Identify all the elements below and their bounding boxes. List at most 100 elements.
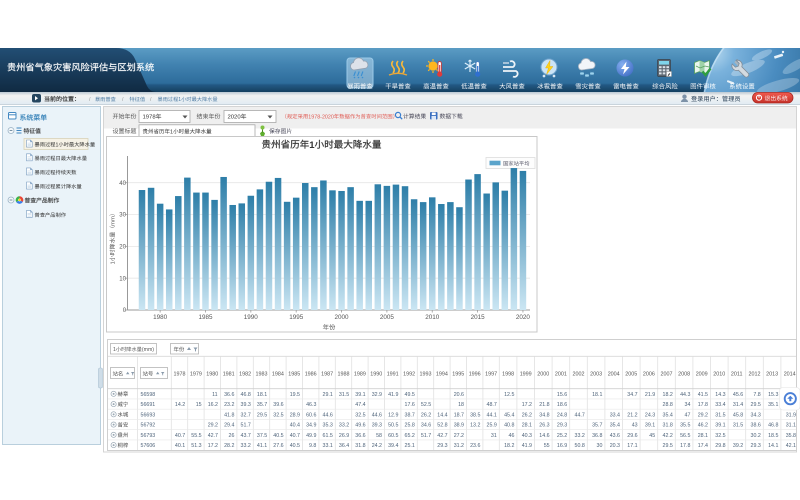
svg-text:1985: 1985	[199, 314, 214, 321]
svg-text:mm: mm	[111, 216, 117, 226]
svg-text:32.5: 32.5	[273, 412, 283, 418]
svg-text:1984: 1984	[272, 372, 284, 378]
svg-text:20.6: 20.6	[454, 392, 464, 398]
svg-text:40.4: 40.4	[290, 423, 300, 429]
svg-text:1991: 1991	[387, 372, 399, 378]
svg-text:2020: 2020	[228, 115, 242, 121]
svg-text:25.1: 25.1	[405, 443, 415, 449]
svg-text:40.5: 40.5	[273, 433, 283, 439]
svg-text:38.9: 38.9	[454, 423, 464, 429]
svg-text:34.3: 34.3	[751, 412, 761, 418]
svg-text:29.6: 29.6	[627, 433, 637, 439]
svg-text:2005: 2005	[380, 314, 395, 321]
svg-text:31.8: 31.8	[663, 423, 673, 429]
svg-text:23.2: 23.2	[224, 402, 234, 408]
svg-text:1996: 1996	[469, 372, 481, 378]
svg-text:1987: 1987	[321, 372, 333, 378]
svg-text:39.3: 39.3	[241, 402, 251, 408]
svg-text:1995: 1995	[452, 372, 464, 378]
svg-text:47.4: 47.4	[355, 402, 365, 408]
svg-text:31.2: 31.2	[454, 443, 464, 449]
svg-text:41.9: 41.9	[522, 443, 532, 449]
svg-text:24.3: 24.3	[645, 412, 655, 418]
svg-text:34: 34	[685, 402, 691, 408]
svg-text:29.5: 29.5	[663, 443, 673, 449]
svg-text:40: 40	[119, 181, 126, 187]
svg-text:31.5: 31.5	[733, 423, 743, 429]
svg-text:60.5: 60.5	[388, 433, 398, 439]
svg-text:38.7: 38.7	[405, 412, 415, 418]
svg-text:40.7: 40.7	[175, 433, 185, 439]
svg-text:46.8: 46.8	[241, 392, 251, 398]
svg-text:35.5: 35.5	[680, 423, 690, 429]
svg-text:17.2: 17.2	[522, 402, 532, 408]
svg-text:40.5: 40.5	[290, 443, 300, 449]
svg-text:39.1: 39.1	[645, 423, 655, 429]
svg-text:28.9: 28.9	[290, 412, 300, 418]
svg-text:56693: 56693	[141, 412, 156, 418]
svg-text:39.6: 39.6	[273, 402, 283, 408]
svg-text:61.5: 61.5	[323, 433, 333, 439]
svg-text:13.2: 13.2	[470, 423, 480, 429]
svg-text:2000: 2000	[335, 314, 350, 321]
svg-text:25.9: 25.9	[487, 423, 497, 429]
svg-text:30: 30	[119, 213, 126, 219]
svg-text:2012: 2012	[749, 372, 761, 378]
svg-text:55.5: 55.5	[191, 433, 201, 439]
svg-text:18.1: 18.1	[592, 392, 602, 398]
svg-text:44.7: 44.7	[575, 412, 585, 418]
svg-text:32.5: 32.5	[715, 433, 725, 439]
svg-text:2002: 2002	[573, 372, 585, 378]
svg-text:51.7: 51.7	[421, 433, 431, 439]
svg-text:29.1: 29.1	[323, 392, 333, 398]
svg-text:35.7: 35.7	[257, 402, 267, 408]
svg-text:10: 10	[119, 276, 126, 282]
svg-text:56.5: 56.5	[680, 433, 690, 439]
svg-text:14.3: 14.3	[715, 392, 725, 398]
svg-text:44.3: 44.3	[680, 392, 690, 398]
svg-text:17.8: 17.8	[698, 402, 708, 408]
svg-text:26.2: 26.2	[421, 412, 431, 418]
svg-text:41.8: 41.8	[224, 412, 234, 418]
svg-text:38.6: 38.6	[751, 423, 761, 429]
svg-text:14.4: 14.4	[437, 412, 447, 418]
svg-text:49.9: 49.9	[306, 433, 316, 439]
svg-text:44.6: 44.6	[323, 412, 333, 418]
svg-text:2003: 2003	[590, 372, 602, 378]
svg-text:50.5: 50.5	[388, 423, 398, 429]
svg-text:1: 1	[56, 142, 59, 148]
svg-text:36.4: 36.4	[339, 443, 349, 449]
svg-text:29.2: 29.2	[698, 412, 708, 418]
svg-text:18.2: 18.2	[663, 392, 673, 398]
svg-text:11: 11	[212, 392, 218, 398]
svg-text:37.5: 37.5	[257, 433, 267, 439]
svg-text:65.2: 65.2	[405, 433, 415, 439]
svg-text:2010: 2010	[713, 372, 725, 378]
svg-text:31.5: 31.5	[715, 412, 725, 418]
svg-text:34.7: 34.7	[627, 392, 637, 398]
svg-text:56792: 56792	[141, 423, 156, 429]
svg-text:36.6: 36.6	[355, 433, 365, 439]
svg-text:17.6: 17.6	[405, 402, 415, 408]
svg-text:28.1: 28.1	[698, 433, 708, 439]
svg-text:33.4: 33.4	[610, 412, 620, 418]
svg-text:45: 45	[649, 433, 655, 439]
svg-text:43.7: 43.7	[241, 433, 251, 439]
svg-text:40.7: 40.7	[290, 433, 300, 439]
svg-text:33.1: 33.1	[323, 443, 333, 449]
svg-text:56691: 56691	[141, 402, 156, 408]
svg-text:16.9: 16.9	[557, 443, 567, 449]
svg-text:29.3: 29.3	[751, 443, 761, 449]
svg-text:33.2: 33.2	[339, 423, 349, 429]
svg-text:2005: 2005	[625, 372, 637, 378]
svg-text:2011: 2011	[731, 372, 743, 378]
svg-text:49.6: 49.6	[355, 423, 365, 429]
svg-text:42.7: 42.7	[208, 433, 218, 439]
svg-text:31.5: 31.5	[339, 392, 349, 398]
svg-text:2006: 2006	[643, 372, 655, 378]
svg-text:36.6: 36.6	[224, 392, 234, 398]
svg-text:18: 18	[458, 402, 464, 408]
svg-text:25.8: 25.8	[405, 423, 415, 429]
svg-text:51.3: 51.3	[191, 443, 201, 449]
svg-text:1978-2020: 1978-2020	[308, 114, 334, 120]
